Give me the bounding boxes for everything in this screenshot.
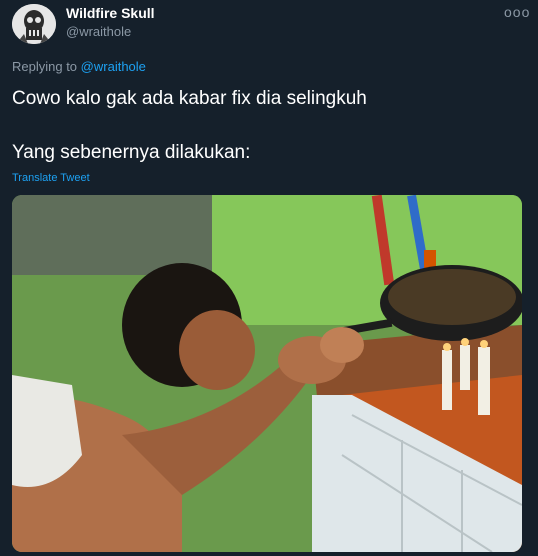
- photo-image: [12, 195, 522, 552]
- avatar[interactable]: [12, 4, 56, 44]
- replying-to: Replying to @wraithole: [12, 59, 146, 74]
- replying-mention-link[interactable]: @wraithole: [81, 59, 146, 74]
- tweet-text-line-1: Cowo kalo gak ada kabar fix dia selingku…: [12, 88, 367, 109]
- replying-prefix: Replying to: [12, 59, 78, 74]
- more-options-icon[interactable]: ooo: [504, 4, 530, 20]
- translate-tweet-link[interactable]: Translate Tweet: [12, 172, 90, 184]
- tweet-text-line-2: Yang sebenernya dilakukan:: [12, 142, 251, 163]
- author-handle[interactable]: @wraithole: [66, 24, 131, 39]
- author-name[interactable]: Wildfire Skull: [66, 5, 155, 21]
- tweet-photo[interactable]: [12, 195, 522, 552]
- avatar-skull-icon: [12, 4, 56, 44]
